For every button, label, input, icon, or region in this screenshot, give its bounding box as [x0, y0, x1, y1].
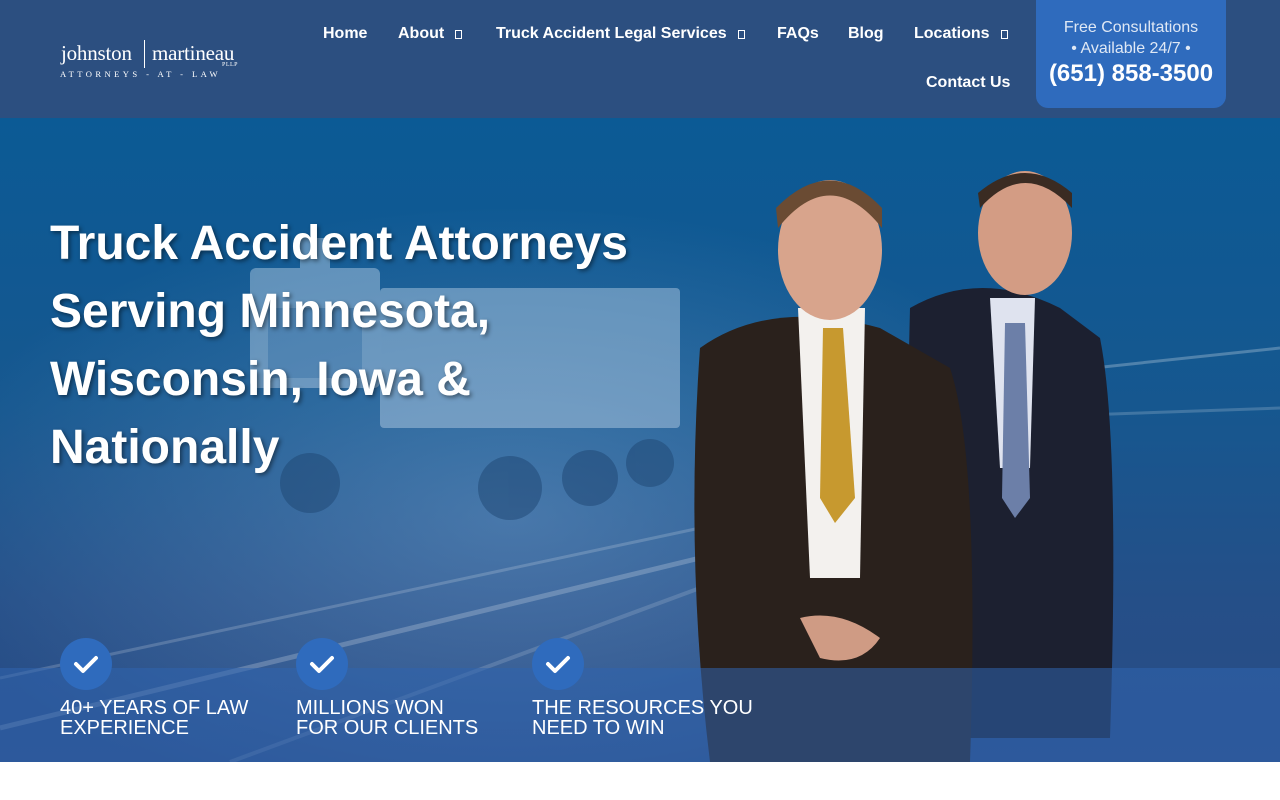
free-consultation-cta[interactable]: Free Consultations • Available 24/7 • (6…: [1036, 0, 1226, 108]
logo-wordmark: johnston martineau: [60, 38, 245, 68]
headline-line: Truck Accident Attorneys: [50, 217, 628, 270]
dropdown-icon: [1000, 30, 1008, 39]
logo[interactable]: johnston martineau PLLP ATTORNEYS - AT -…: [60, 38, 245, 82]
nav-truck-accident-legal-services[interactable]: Truck Accident Legal Services: [496, 23, 745, 45]
nav-label: About: [398, 25, 445, 42]
nav-label: Locations: [914, 25, 990, 42]
nav-contact-us[interactable]: Contact Us: [926, 72, 1010, 94]
logo-name-left: johnston: [61, 41, 132, 65]
feature-line: 40+ YEARS OF LAW: [60, 697, 249, 719]
feature-line: FOR OUR CLIENTS: [296, 717, 479, 739]
check-icon: [296, 638, 348, 690]
dropdown-icon: [737, 30, 745, 39]
headline-line: Nationally: [50, 421, 280, 474]
feature-line: MILLIONS WON: [296, 697, 444, 719]
site-header: johnston martineau PLLP ATTORNEYS - AT -…: [0, 0, 1280, 118]
feature-millions-won: MILLIONS WON FOR OUR CLIENTS: [296, 638, 526, 738]
cta-line-2: • Available 24/7 •: [1071, 40, 1191, 57]
nav-locations[interactable]: Locations: [914, 23, 1008, 45]
check-icon: [532, 638, 584, 690]
logo-tagline: ATTORNEYS - AT - LAW: [60, 69, 222, 79]
nav-blog[interactable]: Blog: [848, 23, 884, 45]
logo-divider: [144, 40, 145, 68]
feature-text: THE RESOURCES YOU NEED TO WIN: [532, 698, 762, 738]
feature-text: MILLIONS WON FOR OUR CLIENTS: [296, 698, 526, 738]
nav-label: Blog: [848, 25, 884, 42]
nav-label: Home: [323, 25, 368, 42]
nav-about[interactable]: About: [398, 23, 463, 45]
cta-phone-number[interactable]: (651) 858-3500: [1036, 60, 1226, 88]
cta-line-1: Free Consultations: [1063, 19, 1199, 36]
feature-resources: THE RESOURCES YOU NEED TO WIN: [532, 638, 762, 738]
nav-home[interactable]: Home: [323, 23, 367, 45]
headline-line: Wisconsin, Iowa &: [50, 353, 471, 406]
logo-suffix: PLLP: [222, 62, 239, 68]
dropdown-icon: [455, 30, 463, 39]
feature-line: NEED TO WIN: [532, 717, 665, 739]
feature-line: EXPERIENCE: [60, 717, 189, 739]
nav-label: FAQs: [777, 25, 819, 42]
nav-label: Truck Accident Legal Services: [496, 25, 727, 42]
check-icon: [60, 638, 112, 690]
feature-experience: 40+ YEARS OF LAW EXPERIENCE: [60, 638, 290, 738]
headline-line: Serving Minnesota,: [50, 285, 491, 338]
hero-headline: Truck Accident Attorneys Serving Minneso…: [50, 210, 670, 482]
feature-line: THE RESOURCES YOU: [532, 697, 753, 719]
nav-faqs[interactable]: FAQs: [777, 23, 819, 45]
hero-section: Truck Accident Attorneys Serving Minneso…: [0, 118, 1280, 762]
feature-text: 40+ YEARS OF LAW EXPERIENCE: [60, 698, 290, 738]
nav-label: Contact Us: [926, 74, 1011, 91]
